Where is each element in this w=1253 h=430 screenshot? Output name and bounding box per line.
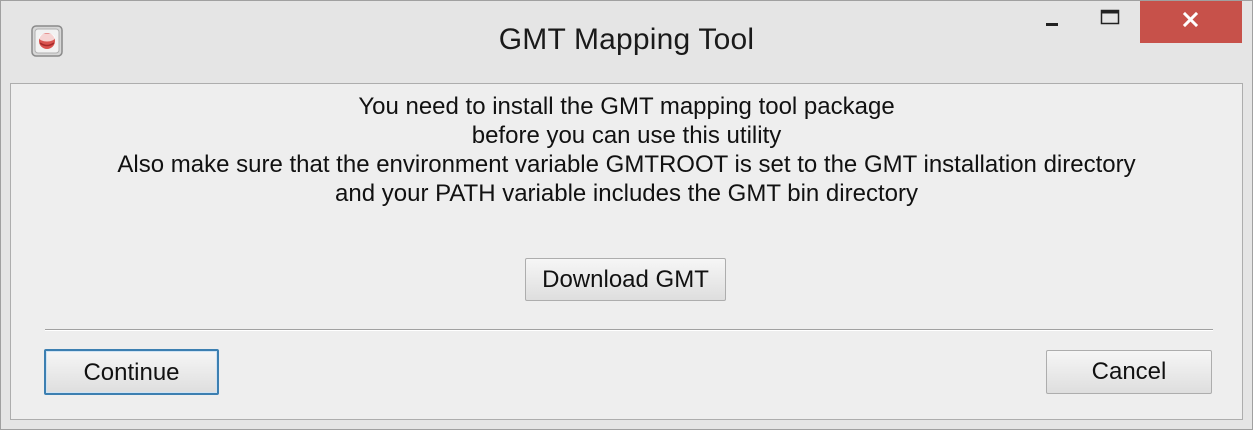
message-line-3: Also make sure that the environment vari… — [117, 151, 1136, 178]
dialog-window: GMT Mapping Tool You need to install the… — [0, 0, 1253, 430]
message-line-4: and your PATH variable includes the GMT … — [335, 180, 918, 207]
maximize-icon — [1100, 9, 1120, 25]
title-bar[interactable]: GMT Mapping Tool — [1, 1, 1252, 83]
minimize-icon — [1046, 23, 1058, 26]
separator — [45, 329, 1213, 331]
install-message: You need to install the GMT mapping tool… — [11, 92, 1242, 208]
cancel-button[interactable]: Cancel — [1046, 350, 1212, 394]
close-icon — [1182, 11, 1199, 28]
close-button[interactable] — [1140, 1, 1242, 43]
maximize-button[interactable] — [1091, 1, 1145, 43]
download-gmt-button[interactable]: Download GMT — [525, 258, 726, 301]
dialog-content: You need to install the GMT mapping tool… — [10, 83, 1243, 420]
minimize-button[interactable] — [1033, 1, 1091, 43]
message-line-2: before you can use this utility — [471, 122, 782, 149]
continue-button[interactable]: Continue — [44, 349, 219, 395]
message-line-1: You need to install the GMT mapping tool… — [358, 93, 895, 120]
